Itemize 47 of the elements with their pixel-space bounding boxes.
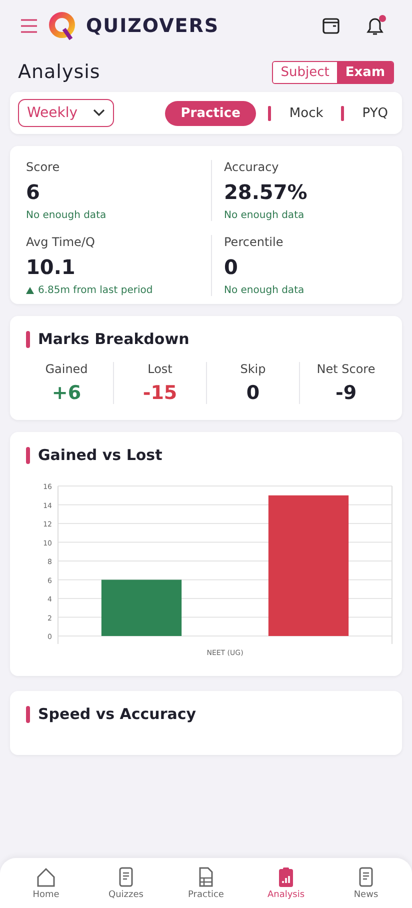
mode-tab[interactable]: Practice: [164, 100, 256, 126]
stat-note: No enough data: [26, 210, 106, 221]
nav-tab[interactable]: Quizzes: [86, 866, 166, 900]
brand-name: QUIZOVERS: [86, 15, 220, 37]
logo-icon: [46, 10, 78, 42]
notification-button[interactable]: [366, 16, 384, 36]
marks-value: +6: [52, 382, 82, 404]
card-title: Marks Breakdown: [38, 330, 190, 348]
accent-bar: [26, 330, 30, 348]
chevron-down-icon: [93, 109, 105, 117]
stat-value: 6: [26, 180, 41, 204]
marks-value: -15: [142, 382, 178, 404]
marks-label: Skip: [240, 362, 266, 376]
stat-label: Percentile: [224, 235, 284, 249]
up-triangle-icon: [26, 287, 34, 294]
card-title: Speed vs Accuracy: [38, 705, 196, 723]
stat-value: 10.1: [26, 255, 76, 279]
stat-value: 28.57%: [224, 180, 308, 204]
nav-tab[interactable]: Analysis: [246, 866, 326, 900]
accent-bar: [26, 446, 30, 464]
stat-note: 6.85m from last period: [38, 285, 153, 296]
period-dropdown[interactable]: Weekly: [18, 99, 114, 127]
marks-value: 0: [246, 382, 260, 404]
page-title: Analysis: [18, 61, 100, 83]
toggle-option[interactable]: Exam: [337, 62, 393, 82]
marks-label: Lost: [148, 362, 172, 376]
stat-label: Accuracy: [224, 160, 280, 174]
nav-tab[interactable]: News: [326, 866, 406, 900]
accent-bar: [26, 706, 30, 722]
stat-label: Score: [26, 160, 61, 174]
stat-note: No enough data: [224, 285, 304, 296]
marks-value: -9: [335, 382, 357, 404]
nav-tab[interactable]: Practice: [166, 866, 246, 900]
stat-note: No enough data: [224, 210, 304, 221]
marks-label: Net Score: [316, 362, 376, 376]
bell-icon: [366, 16, 384, 36]
toggle-option[interactable]: Subject: [272, 62, 338, 82]
mode-tab[interactable]: Mock: [283, 102, 330, 124]
card-title: Gained vs Lost: [38, 446, 162, 464]
mode-tab[interactable]: PYQ: [356, 102, 394, 124]
marks-label: Gained: [45, 362, 88, 376]
home-icon: [35, 866, 57, 888]
stat-label: Avg Time/Q: [26, 235, 96, 249]
stat-value: 0: [224, 255, 239, 279]
menu-icon[interactable]: [20, 19, 38, 33]
nav-tab[interactable]: Home: [6, 866, 86, 900]
calendar-icon[interactable]: [322, 17, 340, 35]
